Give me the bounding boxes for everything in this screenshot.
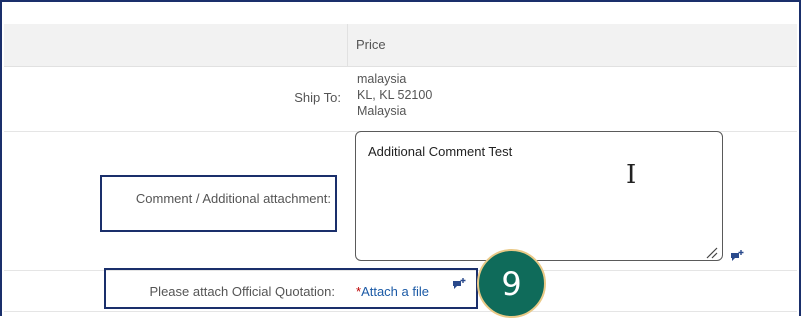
quotation-highlight (104, 268, 478, 309)
ship-to-label: Ship To: (294, 90, 341, 105)
ship-to-address: malaysia KL, KL 52100 Malaysia (357, 71, 432, 119)
comment-text: Additional Comment Test (368, 144, 513, 159)
resize-handle-icon[interactable] (706, 247, 718, 259)
ship-to-line: Malaysia (357, 104, 407, 118)
comment-textarea[interactable]: Additional Comment Test (355, 131, 723, 261)
comment-add-icon[interactable] (452, 277, 468, 291)
ship-to-line: malaysia (357, 72, 407, 86)
step-number-badge: 9 (477, 249, 546, 318)
table-header-row: Price (4, 24, 797, 67)
text-cursor-icon: I (626, 160, 637, 190)
column-separator (347, 24, 348, 66)
comment-label-highlight (100, 175, 337, 232)
comment-add-icon[interactable] (730, 249, 746, 263)
price-column-header: Price (356, 37, 386, 52)
ship-to-row: Ship To: malaysia KL, KL 52100 Malaysia (4, 67, 797, 132)
ship-to-line: KL, KL 52100 (357, 88, 433, 102)
